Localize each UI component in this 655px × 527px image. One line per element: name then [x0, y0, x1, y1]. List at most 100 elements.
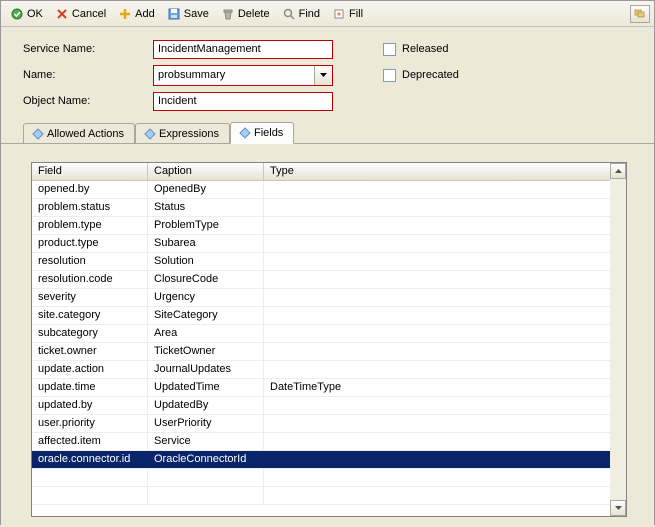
scroll-down-button[interactable]: [610, 500, 626, 516]
table-row[interactable]: update.timeUpdatedTimeDateTimeType: [32, 379, 626, 397]
cancel-label: Cancel: [72, 8, 106, 20]
table-row[interactable]: affected.itemService: [32, 433, 626, 451]
table-row[interactable]: site.categorySiteCategory: [32, 307, 626, 325]
find-icon: [282, 7, 296, 21]
save-label: Save: [184, 8, 209, 20]
tab-expressions[interactable]: Expressions: [135, 123, 230, 143]
cell-field: user.priority: [32, 415, 148, 432]
cell-caption: Status: [148, 199, 264, 216]
table-row-empty: [32, 487, 626, 505]
save-button[interactable]: Save: [162, 5, 214, 23]
cell-caption: UpdatedTime: [148, 379, 264, 396]
grid-body: opened.byOpenedByproblem.statusStatuspro…: [32, 181, 626, 516]
tab-allowed-actions[interactable]: Allowed Actions: [23, 123, 135, 143]
released-checkbox[interactable]: [383, 43, 396, 56]
table-row[interactable]: oracle.connector.idOracleConnectorId: [32, 451, 626, 469]
cell-caption: Urgency: [148, 289, 264, 306]
deprecated-label: Deprecated: [402, 69, 459, 81]
cell-type: [264, 325, 626, 342]
cell-type: [264, 289, 626, 306]
grid-panel: Field Caption Type opened.byOpenedByprob…: [1, 144, 654, 527]
deprecated-checkbox[interactable]: [383, 69, 396, 82]
object-name-label: Object Name:: [23, 95, 153, 107]
cell-field: updated.by: [32, 397, 148, 414]
table-row[interactable]: subcategoryArea: [32, 325, 626, 343]
add-button[interactable]: Add: [113, 5, 160, 23]
cell-caption: TicketOwner: [148, 343, 264, 360]
col-field[interactable]: Field: [32, 163, 148, 180]
add-icon: [118, 7, 132, 21]
delete-button[interactable]: Delete: [216, 5, 275, 23]
cell-field: update.action: [32, 361, 148, 378]
cell-field: opened.by: [32, 181, 148, 198]
cell-caption: ProblemType: [148, 217, 264, 234]
table-row[interactable]: problem.typeProblemType: [32, 217, 626, 235]
service-name-input[interactable]: [153, 40, 333, 59]
service-name-label: Service Name:: [23, 43, 153, 55]
table-row[interactable]: update.actionJournalUpdates: [32, 361, 626, 379]
toolbar: OK Cancel Add Save Delete Find Fill: [1, 1, 654, 27]
cell-type: DateTimeType: [264, 379, 626, 396]
diamond-icon: [32, 128, 43, 139]
overflow-button[interactable]: [630, 5, 650, 23]
diamond-icon: [239, 127, 250, 138]
cell-caption: OracleConnectorId: [148, 451, 264, 468]
cell-type: [264, 217, 626, 234]
scroll-up-button[interactable]: [610, 163, 626, 179]
cell-caption: Solution: [148, 253, 264, 270]
table-row[interactable]: product.typeSubarea: [32, 235, 626, 253]
cell-field: site.category: [32, 307, 148, 324]
cell-caption: Service: [148, 433, 264, 450]
col-caption[interactable]: Caption: [148, 163, 264, 180]
cell-caption: OpenedBy: [148, 181, 264, 198]
col-type[interactable]: Type: [264, 163, 626, 180]
name-combo[interactable]: probsummary: [153, 65, 333, 86]
cell-field: affected.item: [32, 433, 148, 450]
cell-caption: ClosureCode: [148, 271, 264, 288]
cell-type: [264, 343, 626, 360]
cell-type: [264, 415, 626, 432]
vertical-scrollbar[interactable]: [610, 163, 626, 516]
table-row[interactable]: resolutionSolution: [32, 253, 626, 271]
ok-button[interactable]: OK: [5, 5, 48, 23]
cell-type: [264, 433, 626, 450]
cancel-button[interactable]: Cancel: [50, 5, 111, 23]
save-icon: [167, 7, 181, 21]
table-row[interactable]: ticket.ownerTicketOwner: [32, 343, 626, 361]
find-button[interactable]: Find: [277, 5, 325, 23]
cell-field: product.type: [32, 235, 148, 252]
cell-field: oracle.connector.id: [32, 451, 148, 468]
name-label: Name:: [23, 69, 153, 81]
cell-type: [264, 307, 626, 324]
cell-type: [264, 235, 626, 252]
table-row[interactable]: opened.byOpenedBy: [32, 181, 626, 199]
cell-caption: SiteCategory: [148, 307, 264, 324]
ok-icon: [10, 7, 24, 21]
table-row[interactable]: resolution.codeClosureCode: [32, 271, 626, 289]
tabstrip: Allowed Actions Expressions Fields: [1, 121, 654, 144]
cell-type: [264, 361, 626, 378]
fill-icon: [332, 7, 346, 21]
cell-field: ticket.owner: [32, 343, 148, 360]
table-row[interactable]: severityUrgency: [32, 289, 626, 307]
tab-fields[interactable]: Fields: [230, 122, 294, 144]
table-row[interactable]: updated.byUpdatedBy: [32, 397, 626, 415]
name-combo-value: probsummary: [154, 69, 314, 81]
tab-label: Fields: [254, 127, 283, 139]
cell-caption: UpdatedBy: [148, 397, 264, 414]
cell-type: [264, 397, 626, 414]
diamond-icon: [144, 128, 155, 139]
name-combo-drop[interactable]: [314, 66, 332, 85]
cell-field: problem.status: [32, 199, 148, 216]
fill-button[interactable]: Fill: [327, 5, 368, 23]
cell-caption: JournalUpdates: [148, 361, 264, 378]
table-row[interactable]: user.priorityUserPriority: [32, 415, 626, 433]
cell-field: resolution: [32, 253, 148, 270]
scroll-track[interactable]: [610, 179, 626, 500]
table-row-empty: [32, 469, 626, 487]
table-row[interactable]: problem.statusStatus: [32, 199, 626, 217]
cell-caption: UserPriority: [148, 415, 264, 432]
cell-caption: Area: [148, 325, 264, 342]
object-name-input[interactable]: [153, 92, 333, 111]
ok-label: OK: [27, 8, 43, 20]
